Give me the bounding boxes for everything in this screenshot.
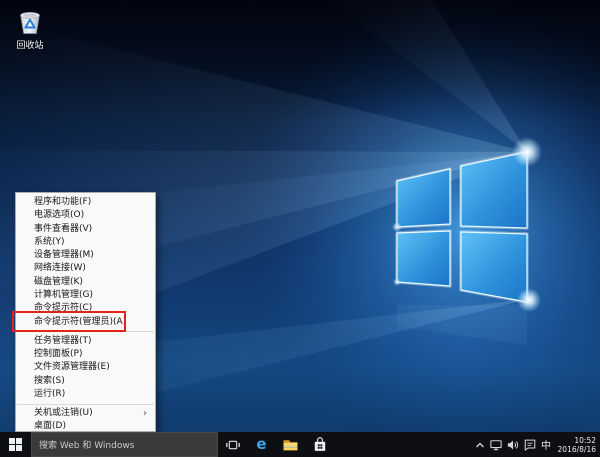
recycle-bin-label: 回收站 xyxy=(16,41,44,51)
menu-item-task-manager[interactable]: 任务管理器(T) xyxy=(16,335,155,348)
store-icon xyxy=(314,437,325,451)
store-button[interactable] xyxy=(305,432,334,457)
windows-logo-icon xyxy=(9,438,22,451)
edge-browser-button[interactable]: e xyxy=(247,432,276,457)
menu-item-command-prompt-admin[interactable]: 命令提示符(管理员)(A) xyxy=(16,316,155,329)
action-center-button[interactable] xyxy=(521,432,538,457)
taskbar-spacer xyxy=(334,432,472,457)
action-center-icon xyxy=(524,439,535,451)
taskbar-search-input[interactable]: 搜索 Web 和 Windows xyxy=(31,432,218,457)
menu-item-command-prompt[interactable]: 命令提示符(C) xyxy=(16,302,155,315)
desktop-screen: 回收站 程序和功能(F) 电源选项(O) 事件查看器(V) 系统(Y) 设备管理… xyxy=(0,0,600,457)
clock-date: 2016/8/16 xyxy=(557,444,596,454)
menu-item-network-connections[interactable]: 网络连接(W) xyxy=(16,262,155,275)
menu-item-control-panel[interactable]: 控制面板(P) xyxy=(16,348,155,361)
menu-item-system[interactable]: 系统(Y) xyxy=(16,236,155,249)
recycle-bin-glyph xyxy=(20,11,40,34)
menu-item-shutdown-or-signout[interactable]: 关机或注销(U) › xyxy=(16,407,155,420)
chevron-up-icon xyxy=(475,442,484,447)
recycle-bin-icon[interactable]: 回收站 xyxy=(6,6,54,52)
submenu-arrow-icon: › xyxy=(143,407,147,419)
winx-context-menu: 程序和功能(F) 电源选项(O) 事件查看器(V) 系统(Y) 设备管理器(M)… xyxy=(15,192,156,432)
edge-icon: e xyxy=(256,435,267,453)
menu-item-event-viewer[interactable]: 事件查看器(V) xyxy=(16,223,155,236)
file-explorer-button[interactable] xyxy=(276,432,305,457)
volume-button[interactable] xyxy=(504,432,521,457)
taskbar-clock[interactable]: 10:52 2016/8/16 xyxy=(554,432,600,457)
taskbar: 搜索 Web 和 Windows e 中 10:52 2016/8/16 xyxy=(0,432,600,457)
menu-separator xyxy=(17,403,154,405)
task-view-icon xyxy=(225,440,240,449)
menu-item-disk-management[interactable]: 磁盘管理(K) xyxy=(16,276,155,289)
search-placeholder-text: 搜索 Web 和 Windows xyxy=(39,441,135,451)
start-button[interactable] xyxy=(0,432,31,457)
menu-item-programs-and-features[interactable]: 程序和功能(F) xyxy=(16,196,155,209)
speaker-icon xyxy=(507,440,518,449)
show-hidden-icons-button[interactable] xyxy=(472,432,487,457)
task-view-button[interactable] xyxy=(218,432,247,457)
menu-separator xyxy=(17,331,154,333)
network-status-button[interactable] xyxy=(487,432,504,457)
menu-item-computer-management[interactable]: 计算机管理(G) xyxy=(16,289,155,302)
menu-item-power-options[interactable]: 电源选项(O) xyxy=(16,209,155,222)
ime-label: 中 xyxy=(541,441,551,452)
ime-language-indicator[interactable]: 中 xyxy=(538,432,554,457)
network-icon xyxy=(489,439,502,450)
menu-item-device-manager[interactable]: 设备管理器(M) xyxy=(16,249,155,262)
menu-item-file-explorer[interactable]: 文件资源管理器(E) xyxy=(16,361,155,374)
file-explorer-icon xyxy=(283,440,298,451)
menu-item-search[interactable]: 搜索(S) xyxy=(16,375,155,388)
menu-item-run[interactable]: 运行(R) xyxy=(16,388,155,401)
clock-time: 10:52 xyxy=(574,435,596,445)
